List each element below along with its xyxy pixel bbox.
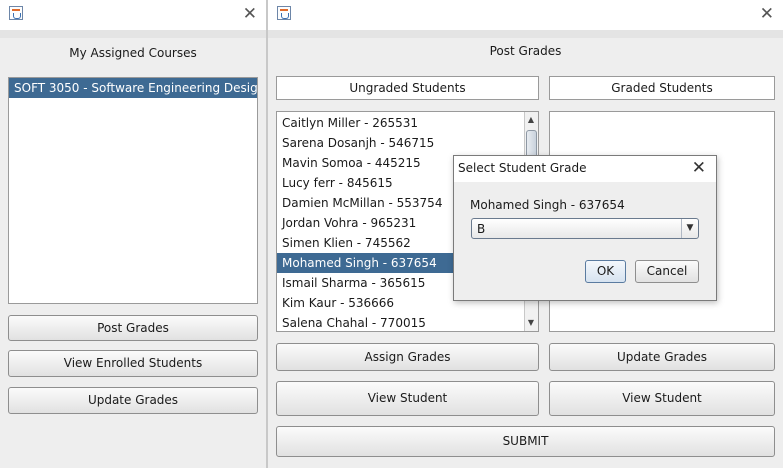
arrow-down-icon[interactable]: ▼	[525, 315, 537, 331]
ungraded-students-header: Ungraded Students	[276, 76, 539, 100]
graded-students-header: Graded Students	[549, 76, 775, 100]
close-icon[interactable]: ✕	[692, 158, 706, 178]
student-list-item[interactable]: Caitlyn Miller - 265531	[277, 113, 538, 133]
update-grades-button[interactable]: Update Grades	[549, 343, 775, 371]
ok-button[interactable]: OK	[585, 260, 626, 283]
course-list-item[interactable]: SOFT 3050 - Software Engineering Design	[9, 78, 257, 98]
java-app-icon	[9, 6, 23, 20]
dialog-student-label: Mohamed Singh - 637654	[470, 198, 625, 212]
grade-select[interactable]: B ▼	[471, 218, 699, 239]
dialog-titlebar: Select Student Grade ✕	[454, 156, 716, 182]
student-list-item[interactable]: Salena Chahal - 770015	[277, 313, 538, 331]
titlebar-shadow	[268, 30, 783, 38]
java-app-icon	[277, 6, 291, 20]
post-grades-window-titlebar: ✕	[268, 0, 783, 30]
view-student-button-graded[interactable]: View Student	[549, 381, 775, 416]
view-enrolled-students-button[interactable]: View Enrolled Students	[8, 350, 258, 377]
close-icon[interactable]: ✕	[243, 4, 257, 24]
cancel-button[interactable]: Cancel	[635, 260, 699, 283]
select-grade-dialog: Select Student Grade ✕ Mohamed Singh - 6…	[453, 155, 717, 301]
assign-grades-button[interactable]: Assign Grades	[276, 343, 539, 371]
close-icon[interactable]: ✕	[760, 4, 774, 24]
courses-panel-title: My Assigned Courses	[69, 46, 197, 60]
course-list[interactable]: SOFT 3050 - Software Engineering Design	[8, 77, 258, 304]
student-list-item[interactable]: Sarena Dosanjh - 546715	[277, 133, 538, 153]
courses-window: ✕ My Assigned Courses SOFT 3050 - Softwa…	[0, 0, 266, 468]
update-grades-button[interactable]: Update Grades	[8, 387, 258, 414]
grade-select-value: B	[477, 222, 486, 236]
post-grades-button[interactable]: Post Grades	[8, 315, 258, 341]
view-student-button[interactable]: View Student	[276, 381, 539, 416]
arrow-up-icon[interactable]: ▲	[525, 112, 537, 128]
post-grades-panel-title: Post Grades	[489, 44, 562, 58]
caret-down-icon[interactable]: ▼	[681, 219, 698, 238]
titlebar-shadow	[0, 30, 266, 38]
courses-window-titlebar: ✕	[0, 0, 266, 30]
submit-button[interactable]: SUBMIT	[276, 426, 775, 457]
dialog-title: Select Student Grade	[458, 161, 587, 175]
